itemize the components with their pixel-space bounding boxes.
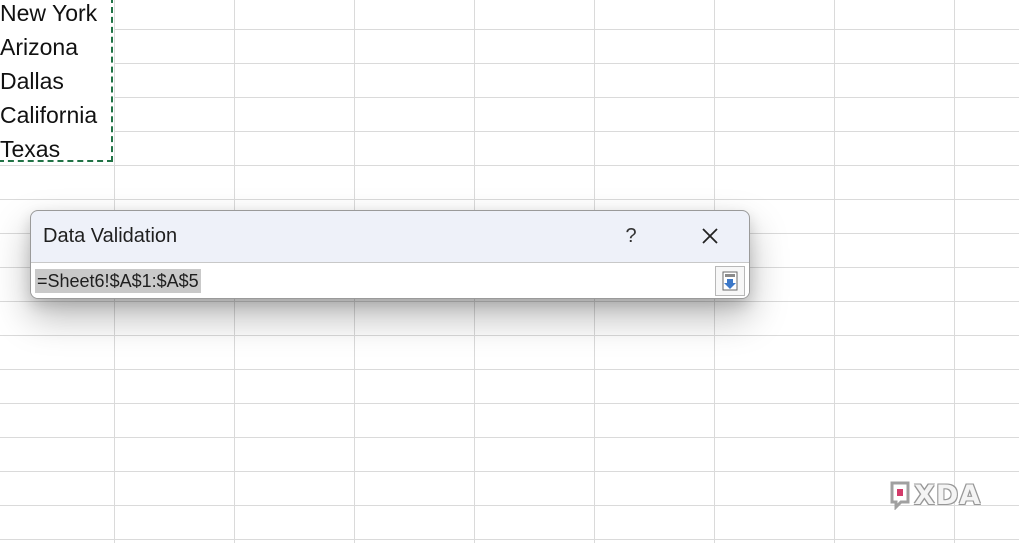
collapse-dialog-icon xyxy=(722,271,738,291)
range-reference-input[interactable]: =Sheet6!$A$1:$A$5 xyxy=(35,269,201,293)
data-validation-dialog: Data Validation ? =Sheet6!$A$1:$A$5 xyxy=(30,210,750,299)
watermark-text: XDA xyxy=(914,479,982,511)
dialog-title: Data Validation xyxy=(43,225,178,247)
range-input-row: =Sheet6!$A$1:$A$5 xyxy=(31,262,749,298)
close-icon xyxy=(702,228,718,244)
close-button[interactable] xyxy=(695,221,725,251)
xda-logo-icon xyxy=(888,480,912,510)
copy-marquee-selection xyxy=(0,0,113,162)
expand-dialog-button[interactable] xyxy=(715,266,745,296)
xda-watermark: XDA xyxy=(888,478,981,512)
help-button[interactable]: ? xyxy=(619,221,643,251)
